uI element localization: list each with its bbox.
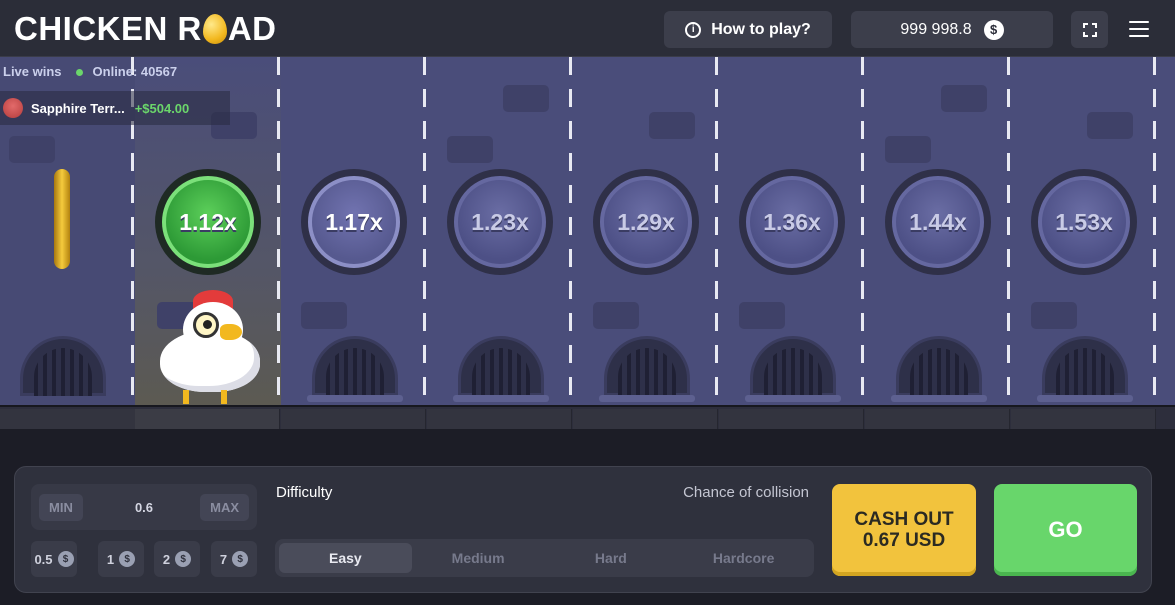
game-logo: CHICKEN R AD [14,10,277,48]
expand-icon [1082,22,1097,37]
wall-brick [885,136,931,163]
multiplier-coin: 1.44x [892,176,984,268]
winner-name: Sapphire Terr... [31,100,125,116]
lane-divider [715,57,718,405]
quick-bet-button[interactable]: 1 $ [98,541,144,577]
wall-brick [1031,302,1077,329]
collision-chance-label: Chance of collision [683,484,809,501]
chicken-character [155,290,265,404]
wall-brick [447,136,493,163]
winner-amount: +$504.00 [134,100,190,116]
bet-amount-input[interactable]: 0.6 MIN MAX [31,484,257,530]
max-bet-button[interactable]: MAX [200,494,249,521]
dollar-icon: $ [232,551,249,567]
menu-button[interactable] [1122,14,1156,44]
sewer-grate [891,336,987,402]
sewer-grate [599,336,695,402]
lane-divider [277,57,280,405]
dollar-icon: $ [57,551,74,567]
online-count: Online: 40567 [75,64,177,79]
difficulty-hardcore[interactable]: Hardcore [677,543,810,573]
hamburger-icon [1129,21,1149,23]
logo-text-left: CHICKEN R [14,10,202,47]
go-button[interactable]: GO [994,484,1137,576]
gold-coin-icon [54,169,70,269]
lane-divider [1007,57,1010,405]
dollar-icon: $ [175,551,192,567]
lane-4-multiplier: 1.29x [593,169,699,275]
lane-divider [423,57,426,405]
logo-text-right: AD [227,10,277,47]
sewer-grate [20,336,106,402]
live-win-item: Sapphire Terr... +$504.00 [0,91,230,125]
top-bar: CHICKEN R AD i How to play? 999 998.8 $ [0,0,1175,57]
multiplier-coin: 1.36x [746,176,838,268]
wall-brick [739,302,785,329]
game-app: CHICKEN R AD i How to play? 999 998.8 $ [0,0,1175,605]
control-panel: 0.6 MIN MAX 0.5 $ 1 $ 2 $ 7 $ Difficulty Cha… [14,466,1152,593]
difficulty-selector: Easy Medium Hard Hardcore [275,539,814,577]
live-wins-bar: Live wins Online: 40567 [0,57,177,85]
how-to-play-label: How to play? [711,20,811,38]
wall-brick [593,302,639,329]
lane-5-multiplier: 1.36x [739,169,845,275]
lane-6-multiplier: 1.44x [885,169,991,275]
cash-out-button[interactable]: CASH OUT 0.67 USD [832,484,976,576]
info-icon: i [685,21,702,38]
quick-bet-button[interactable]: 7 $ [211,541,257,577]
multiplier-coin: 1.29x [600,176,692,268]
online-dot-icon [75,68,83,76]
sewer-grate [307,336,403,402]
quick-bet-button[interactable]: 0.5 $ [31,541,77,577]
egg-icon [202,14,227,44]
wall-brick [649,112,695,139]
multiplier-coin: 1.23x [454,176,546,268]
sewer-grate [745,336,841,402]
lane-2-multiplier[interactable]: 1.17x [301,169,407,275]
multiplier-coin: 1.17x [308,176,400,268]
lane-7-multiplier: 1.53x [1031,169,1137,275]
lane-divider [861,57,864,405]
sewer-grate [453,336,549,402]
balance-display: 999 998.8 $ [851,11,1053,48]
wall-brick [1087,112,1133,139]
dollar-icon: $ [119,551,136,567]
difficulty-label: Difficulty [276,484,333,501]
multiplier-coin: 1.53x [1038,176,1130,268]
wall-brick [301,302,347,329]
wall-brick [941,85,987,112]
quick-bet-button[interactable]: 2 $ [154,541,200,577]
sewer-grate [1037,336,1133,402]
road-rail [0,405,1175,429]
lane-3-multiplier: 1.23x [447,169,553,275]
avatar [3,98,23,118]
min-bet-button[interactable]: MIN [39,494,83,521]
lane-divider [1153,57,1156,405]
dollar-icon: $ [983,19,1004,40]
lane-divider [569,57,572,405]
difficulty-hard[interactable]: Hard [545,543,678,573]
multiplier-coin: 1.12x [162,176,254,268]
difficulty-easy[interactable]: Easy [279,543,412,573]
fullscreen-button[interactable] [1071,11,1108,48]
how-to-play-button[interactable]: i How to play? [664,11,832,48]
game-road: 1.12x 1.17x 1.23x 1.29x 1.36x 1.44x 1.53… [0,57,1175,405]
difficulty-medium[interactable]: Medium [412,543,545,573]
wall-brick [9,136,55,163]
lane-1-multiplier: 1.12x [155,169,261,275]
wall-brick [503,85,549,112]
balance-value: 999 998.8 [900,20,972,38]
live-wins-label: Live wins [3,63,62,79]
